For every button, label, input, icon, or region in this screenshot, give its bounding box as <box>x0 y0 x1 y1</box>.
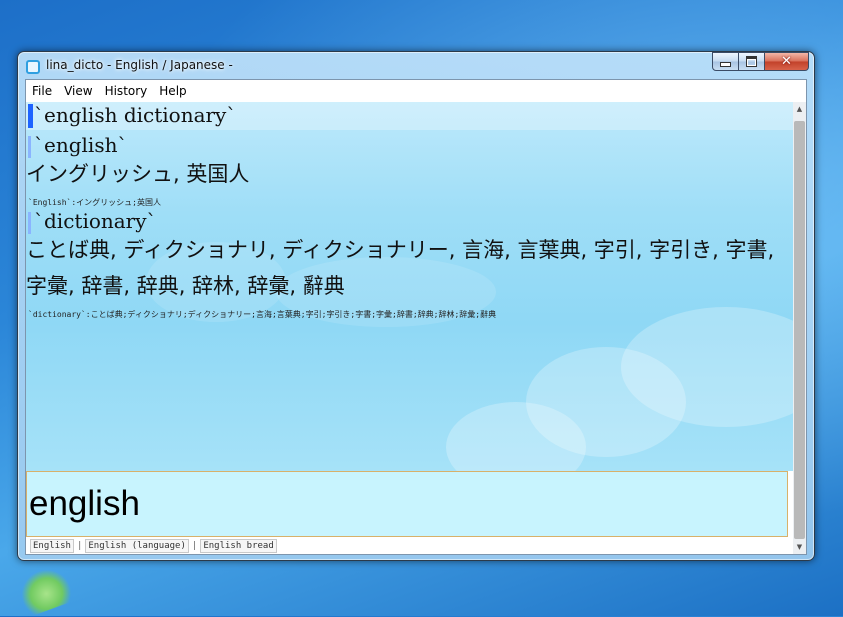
minimize-button[interactable] <box>712 52 739 71</box>
suggestion-separator: | <box>191 541 198 551</box>
scroll-down-icon[interactable]: ▼ <box>793 540 806 554</box>
scroll-up-icon[interactable]: ▲ <box>793 102 806 116</box>
close-button[interactable]: ✕ <box>765 52 809 71</box>
entry-word: `english` <box>34 133 128 157</box>
close-icon: ✕ <box>781 54 792 69</box>
minimize-icon <box>720 62 731 67</box>
vertical-scrollbar[interactable]: ▲ ▼ <box>793 102 806 554</box>
query-heading: `english dictionary` <box>26 102 793 130</box>
query-heading-text: `english dictionary` <box>34 103 237 127</box>
maximize-icon <box>746 56 757 67</box>
entry-translation: イングリッシュ, 英国人 <box>26 162 250 186</box>
app-window: lina_dicto - English / Japanese - ✕ File… <box>17 51 815 561</box>
scrollbar-thumb[interactable] <box>794 121 805 539</box>
suggestion-item[interactable]: English (language) <box>85 539 189 553</box>
suggestion-bar: English | English (language) | English b… <box>26 538 793 554</box>
entry-word: `dictionary` <box>34 209 157 233</box>
window-title: lina_dicto - English / Japanese - <box>46 58 233 72</box>
search-input[interactable]: english <box>26 471 788 537</box>
menu-file[interactable]: File <box>26 84 58 98</box>
menu-help[interactable]: Help <box>153 84 192 98</box>
title-bar[interactable]: lina_dicto - English / Japanese - ✕ <box>18 52 814 80</box>
heading-marker <box>28 104 33 128</box>
result-pane[interactable]: `english dictionary` `english` イングリッシュ, … <box>26 102 793 471</box>
search-input-text: english <box>29 484 140 523</box>
menu-view[interactable]: View <box>58 84 98 98</box>
entry-raw: `English`:イングリッシュ;英国人 <box>28 198 161 207</box>
maximize-button[interactable] <box>739 52 765 71</box>
entry-marker <box>28 136 31 158</box>
client-area: File View History Help `english dictiona… <box>25 79 807 555</box>
entry-translation: ことば典, ディクショナリ, ディクショナリー, 言海, 言葉典, 字引, 字引… <box>26 238 775 298</box>
menu-bar: File View History Help <box>26 80 806 102</box>
caption-buttons: ✕ <box>712 52 809 72</box>
menu-history[interactable]: History <box>99 84 154 98</box>
suggestion-item[interactable]: English <box>30 539 74 553</box>
entry-raw: `dictionary`:ことば典;ディクショナリ;ディクショナリー;言海;言葉… <box>28 310 497 319</box>
suggestion-item[interactable]: English bread <box>200 539 277 553</box>
suggestion-separator: | <box>76 541 83 551</box>
entry-marker <box>28 212 31 234</box>
app-icon <box>26 60 40 74</box>
